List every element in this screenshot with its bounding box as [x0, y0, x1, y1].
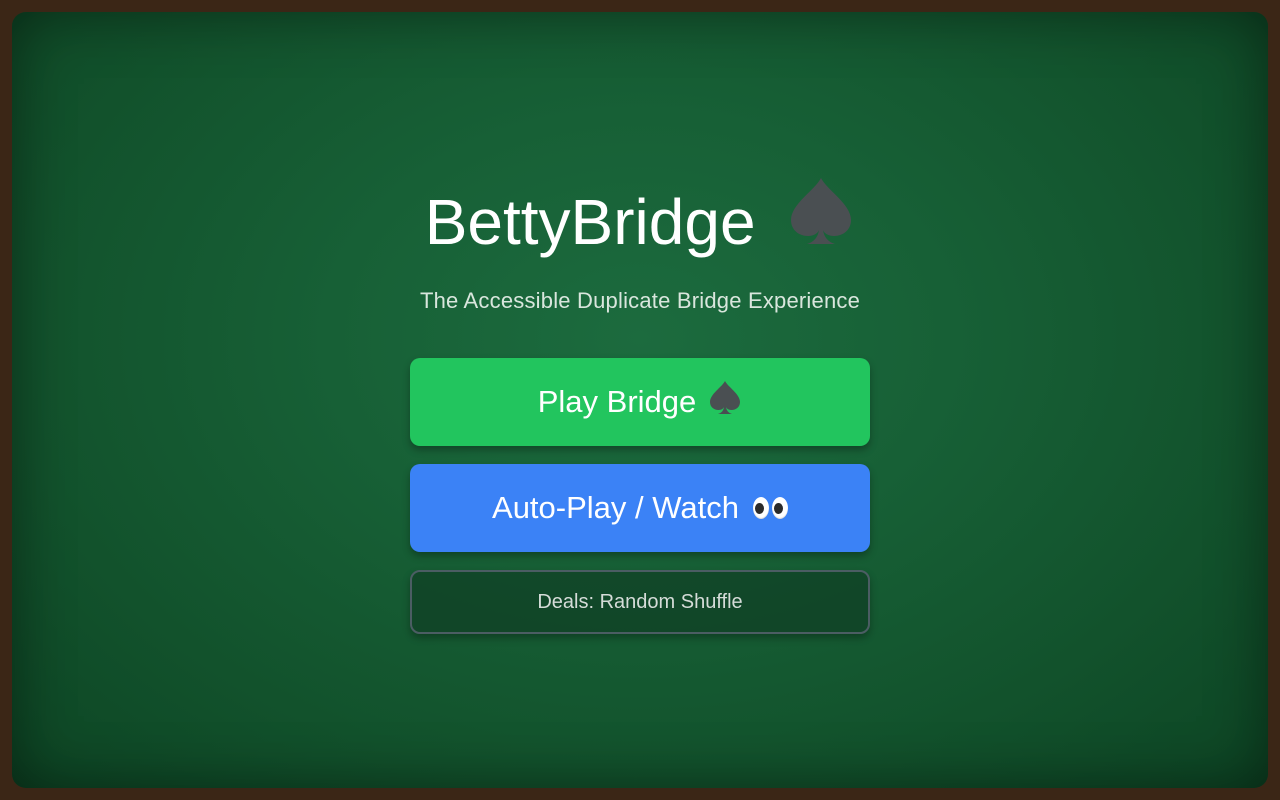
title-row: BettyBridge [12, 178, 1268, 272]
deals-mode-button[interactable]: Deals: Random Shuffle [410, 570, 870, 634]
spade-icon [708, 380, 742, 424]
play-bridge-label: Play Bridge [537, 384, 697, 419]
eye-left [752, 497, 769, 519]
app-title: BettyBridge [424, 186, 756, 258]
app-subtitle: The Accessible Duplicate Bridge Experien… [419, 288, 861, 313]
auto-play-label: Auto-Play / Watch [492, 490, 739, 525]
eyes-icon [752, 497, 788, 519]
play-bridge-button[interactable]: Play Bridge [410, 358, 870, 446]
auto-play-watch-button[interactable]: Auto-Play / Watch [410, 464, 870, 552]
table-frame: BettyBridge The Accessible Duplicate Bri… [0, 0, 1280, 800]
spade-icon [787, 176, 855, 266]
deals-mode-label: Deals: Random Shuffle [537, 590, 743, 613]
eye-right [771, 497, 788, 519]
felt-surface: BettyBridge The Accessible Duplicate Bri… [12, 12, 1268, 788]
